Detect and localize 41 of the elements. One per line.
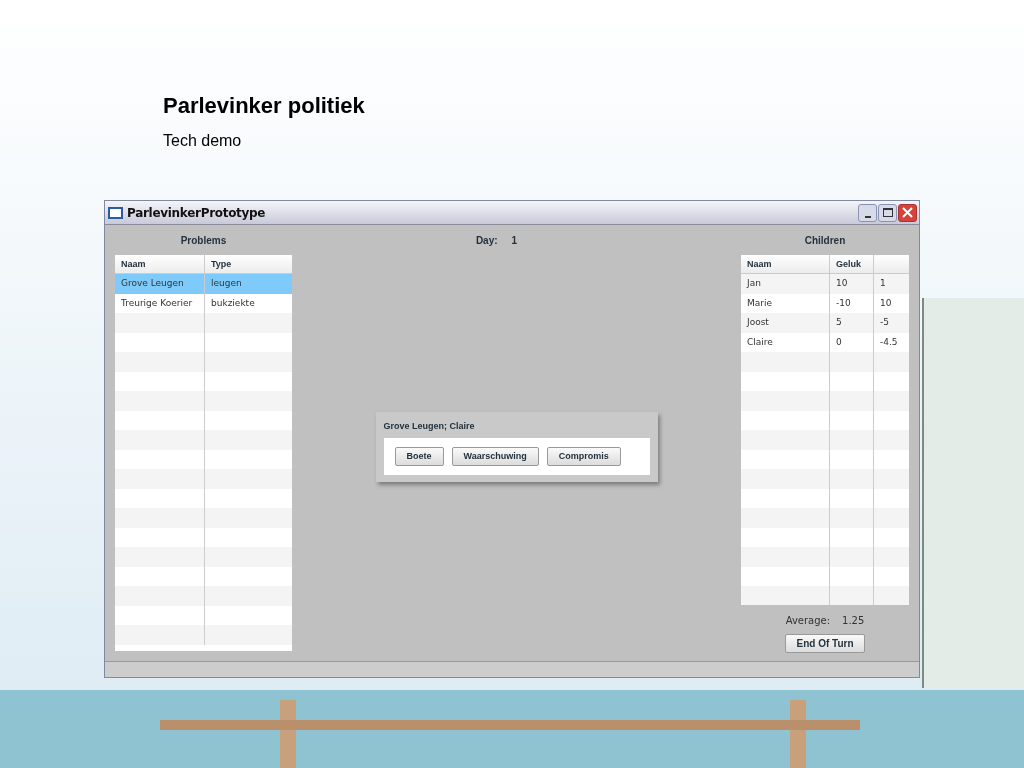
average-label: Average: (785, 614, 831, 628)
column-header[interactable]: Naam (747, 259, 772, 269)
table-cell: 1 (880, 278, 886, 288)
table-cell: 10 (836, 278, 848, 288)
table-cell: 5 (836, 317, 842, 327)
slide-title: Parlevinker politiek (163, 93, 365, 119)
table-cell: Jan (747, 278, 761, 288)
slide-subtitle: Tech demo (163, 131, 242, 151)
column-header[interactable]: Geluk (836, 259, 861, 269)
dialog-title: Grove Leugen; Claire (383, 420, 475, 433)
dialog-action-button[interactable]: Boete (394, 447, 444, 466)
day-value: 1 (511, 235, 518, 247)
table-row[interactable]: Joost 5 -5 (741, 313, 909, 333)
window-title: ParlevinkerPrototype (127, 204, 266, 222)
table-cell: -10 (836, 297, 851, 308)
table-cell: -4.5 (880, 336, 898, 347)
average-value: 1.25 (842, 614, 865, 628)
maximize-button[interactable] (878, 203, 897, 222)
table-cell: -5 (880, 317, 889, 327)
table-cell: bukziekte (211, 297, 255, 308)
minimize-button[interactable] (858, 203, 877, 222)
table-cell: Claire (747, 336, 773, 347)
table-row[interactable]: Grove Leugen leugen (115, 274, 292, 294)
dialog-action-button[interactable]: Compromis (546, 447, 621, 466)
day-label: Day: (475, 235, 498, 247)
column-header[interactable]: Type (211, 259, 232, 269)
end-turn-button[interactable]: End Of Turn (785, 634, 865, 653)
window-icon (108, 206, 123, 219)
table-cell: 0 (836, 336, 842, 347)
close-button[interactable] (898, 203, 917, 222)
column-header[interactable]: Naam (121, 259, 146, 269)
table-cell: 10 (880, 297, 892, 308)
table-cell: Marie (747, 297, 773, 308)
table-row[interactable]: Jan 10 1 (741, 274, 909, 294)
problems-heading: Problems (180, 235, 227, 248)
dialog-action-button[interactable]: Waarschuwing (451, 447, 539, 466)
table-cell: Treurige Koerier (121, 297, 193, 308)
table-cell: leugen (211, 278, 242, 288)
table-cell: Grove Leugen (121, 278, 184, 288)
table-cell: Joost (747, 317, 769, 327)
children-heading: Children (804, 235, 846, 248)
